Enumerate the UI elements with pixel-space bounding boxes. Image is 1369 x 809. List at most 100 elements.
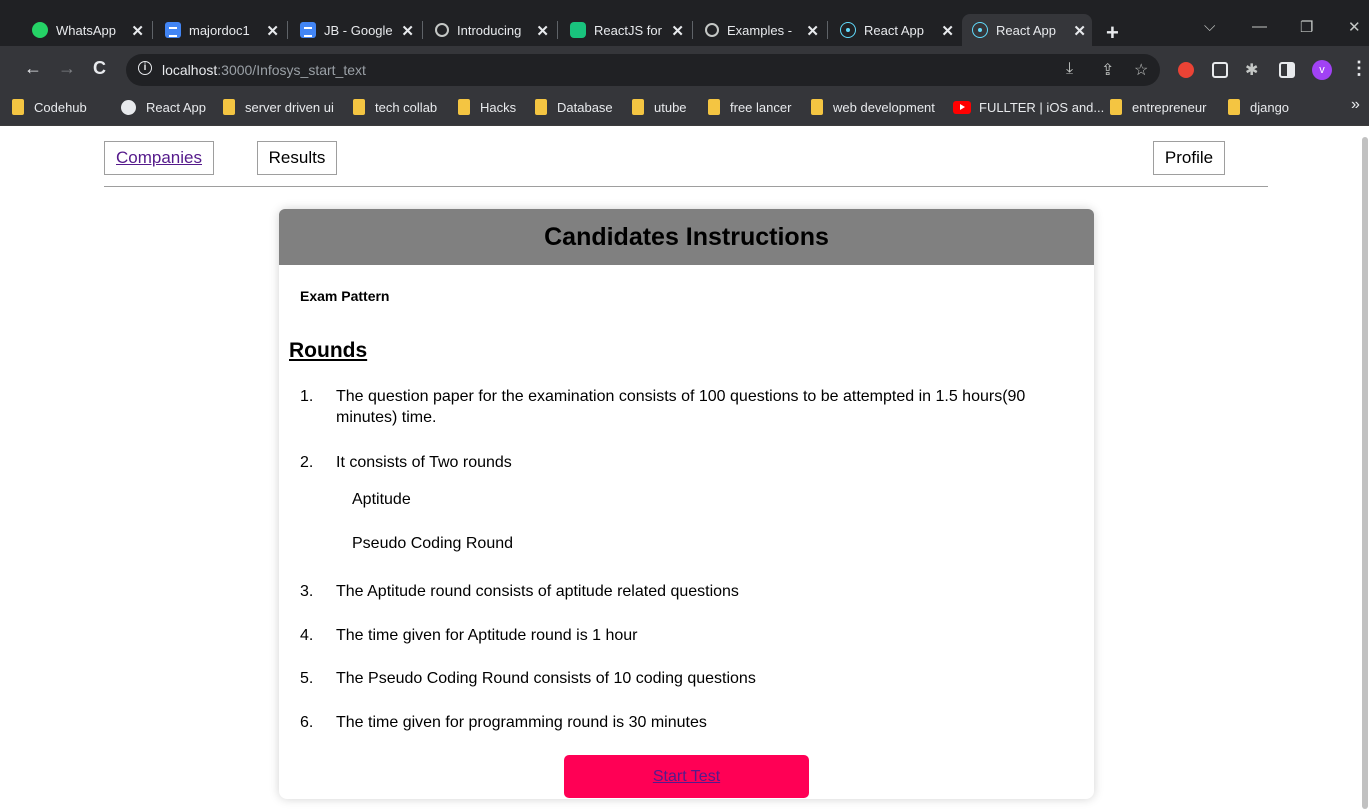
bookmark-free-lancer[interactable]: free lancer [708,98,791,116]
google-docs-icon [165,22,181,38]
folder-icon [1110,99,1122,115]
nav-companies-link[interactable]: Companies [104,141,214,175]
tab-reactjs[interactable]: ReactJS for ✕ [560,14,690,46]
exam-pattern-label: Exam Pattern [300,288,390,304]
bookmark-label: Database [557,99,613,115]
close-tab-icon[interactable]: ✕ [266,22,279,40]
side-panel-icon[interactable] [1279,62,1295,78]
bookmark-label: tech collab [375,99,438,115]
close-tab-icon[interactable]: ✕ [941,22,954,40]
folder-icon [632,99,644,115]
more-bookmarks-icon[interactable]: » [1351,96,1360,114]
back-icon[interactable]: ← [24,58,42,79]
url-path: :3000/Infosys_start_text [217,62,366,78]
folder-icon [458,99,470,115]
bookmark-hacks[interactable]: Hacks [458,98,516,116]
nav-profile-button[interactable]: Profile [1153,141,1225,175]
menu-icon[interactable]: ⋮ [1350,58,1368,79]
tab-separator [287,21,288,39]
folder-icon [708,99,720,115]
url-text[interactable]: localhost:3000/Infosys_start_text [162,62,366,78]
instruction-item: The Aptitude round consists of aptitude … [336,583,739,600]
instruction-item: The time given for programming round is … [336,714,707,731]
nav-divider [104,186,1268,187]
folder-icon [353,99,365,115]
browser-tab-strip: WhatsApp ✕ majordoc1 ✕ JB - Google ✕ Int… [0,0,1369,46]
tab-separator [692,21,693,39]
react-icon [840,22,856,38]
folder-icon [12,99,24,115]
forward-icon[interactable]: → [58,58,76,79]
avatar[interactable]: v [1312,60,1332,80]
bookmark-label: server driven ui [245,99,334,115]
bookmark-label: Hacks [480,99,517,115]
sub-item: Pseudo Coding Round [352,535,514,552]
tab-search-icon[interactable]: ⌵ [1204,18,1215,35]
youtube-icon [953,100,971,114]
close-tab-icon[interactable]: ✕ [806,22,819,40]
nav-results-button[interactable]: Results [257,141,337,175]
install-icon[interactable]: ⤓ [1066,60,1073,78]
tab-introducing[interactable]: Introducing ✕ [425,14,555,46]
folder-icon [1228,99,1240,115]
tab-separator [557,21,558,39]
instruction-item: The Pseudo Coding Round consists of 10 c… [336,670,756,687]
list-number: 2. [300,454,314,471]
close-tab-icon[interactable]: ✕ [536,22,549,40]
tab-label: Examples - [727,22,793,38]
tab-label: Introducing [457,22,522,38]
tab-whatsapp[interactable]: WhatsApp ✕ [22,14,150,46]
share-icon[interactable]: ⇪ [1101,60,1114,80]
bookmark-django[interactable]: django [1228,98,1289,116]
restore-icon[interactable]: ❐ [1300,18,1313,36]
list-number: 5. [300,670,314,687]
tab-separator [827,21,828,39]
openai-icon [705,23,719,37]
bookmark-star-icon[interactable]: ☆ [1134,60,1148,80]
google-docs-icon [300,22,316,38]
extensions-puzzle-icon[interactable]: ✱ [1245,60,1258,80]
list-number: 4. [300,627,314,644]
bookmark-react-app[interactable]: React App [121,98,206,116]
reload-icon[interactable]: C [93,58,106,79]
close-tab-icon[interactable]: ✕ [1073,22,1086,40]
globe-icon [121,99,136,115]
close-tab-icon[interactable]: ✕ [671,22,684,40]
close-tab-icon[interactable]: ✕ [131,22,144,40]
url-host: localhost [162,62,218,78]
bookmark-label: entrepreneur [1132,99,1207,115]
whatsapp-icon [32,22,48,38]
bookmark-tech-collab[interactable]: tech collab [353,98,437,116]
minimize-icon[interactable]: — [1252,18,1267,35]
bookmark-codehub[interactable]: Codehub [12,98,87,116]
start-test-button[interactable]: Start Test [564,755,809,798]
tab-react-app[interactable]: React App ✕ [830,14,960,46]
bookmark-database[interactable]: Database [535,98,613,116]
site-info-icon[interactable]: i [138,61,152,75]
page-scrollbar[interactable] [1362,137,1368,809]
bookmark-label: FULLTER | iOS and... [979,99,1105,115]
close-tab-icon[interactable]: ✕ [401,22,414,40]
tab-separator [152,21,153,39]
bookmark-entrepreneur[interactable]: entrepreneur [1110,98,1206,116]
rounds-heading: Rounds [289,339,368,362]
bookmark-label: free lancer [730,99,792,115]
tab-label: JB - Google [324,22,393,38]
bookmark-web-development[interactable]: web development [811,98,935,116]
tab-label: WhatsApp [56,22,116,38]
picture-in-picture-icon[interactable] [1212,62,1228,78]
new-tab-button[interactable]: + [1106,20,1119,46]
bookmark-fullter[interactable]: FULLTER | iOS and... [953,98,1104,116]
bookmark-utube[interactable]: utube [632,98,687,116]
tab-react-app-active[interactable]: React App ✕ [962,14,1092,46]
extension-icon[interactable] [1178,62,1194,78]
tab-examples[interactable]: Examples - ✕ [695,14,825,46]
close-window-icon[interactable]: ✕ [1348,18,1361,36]
folder-icon [535,99,547,115]
sub-item: Aptitude [352,491,411,508]
bookmark-label: React App [146,99,206,115]
bookmark-server-driven-ui[interactable]: server driven ui [223,98,334,116]
tab-jb-google[interactable]: JB - Google ✕ [290,14,420,46]
tab-majordoc[interactable]: majordoc1 ✕ [155,14,285,46]
instruction-item: The time given for Aptitude round is 1 h… [336,627,638,644]
